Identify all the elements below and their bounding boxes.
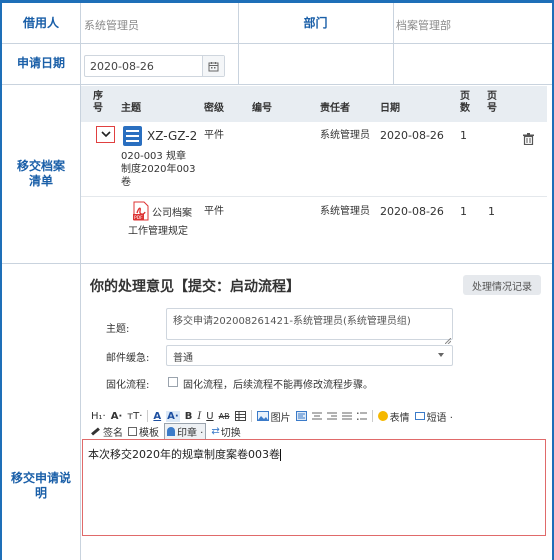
date-value: 2020-08-26 (90, 60, 154, 73)
row2-owner: 系统管理员 (320, 206, 370, 217)
fix-flow-checkbox[interactable] (168, 377, 178, 387)
template-button[interactable]: 模板 (128, 424, 159, 439)
italic-button[interactable]: I (197, 411, 201, 422)
image-icon (256, 411, 269, 421)
row1-subject-rest: 020-003 规章 制度2020年003 卷 (121, 151, 196, 188)
pdf-icon: PDF (132, 201, 150, 221)
table-icon[interactable] (234, 411, 246, 421)
toolbar-divider (147, 410, 149, 422)
col-page-no: 页号 (487, 91, 497, 114)
editor-toolbar-row1: H₁· A· тT· A A· B I U AB 图片 表情 短语 · (91, 409, 453, 424)
row2-page-no: 1 (488, 205, 495, 218)
expand-toggle[interactable] (96, 126, 115, 143)
editor-toolbar-row2: 签名 模板 印章 · ⇄ 切换 (91, 422, 241, 440)
dept-label: 部门 (303, 15, 328, 30)
row1-date: 2020-08-26 (380, 129, 444, 142)
row2-subject-line2: 工作管理规定 (128, 226, 188, 237)
switch-button[interactable]: ⇄ 切换 (211, 424, 240, 439)
font-button[interactable]: A· (111, 411, 123, 422)
fix-flow-label: 固化流程: (106, 380, 150, 391)
row2-date: 2020-08-26 (380, 205, 444, 218)
swap-icon: ⇄ (211, 425, 220, 437)
col-pages: 页数 (460, 91, 470, 114)
col-secret: 密级 (204, 103, 224, 114)
person-icon (167, 426, 175, 436)
trash-icon[interactable] (523, 133, 534, 146)
highlight-icon[interactable]: A· (166, 410, 180, 422)
image-button[interactable]: 图片 (256, 409, 291, 424)
fix-flow-text: 固化流程，后续流程不能再修改流程步骤。 (183, 380, 373, 391)
row2-secret: 平件 (204, 206, 224, 217)
row-divider (2, 263, 552, 264)
align-justify-icon[interactable] (341, 412, 352, 421)
align-left-icon[interactable] (295, 411, 307, 421)
font-color-icon[interactable]: A (153, 411, 161, 422)
align-center-icon[interactable] (311, 412, 322, 421)
emoji-button[interactable]: 表情 (377, 409, 410, 424)
editor-content: 本次移交2020年的规章制度案卷003卷 (88, 448, 281, 461)
subject-label: 主题: (106, 324, 130, 335)
stamp-button[interactable]: 印章 · (164, 422, 207, 440)
row1-owner: 系统管理员 (320, 130, 370, 141)
col-subject: 主题 (121, 103, 141, 114)
calendar-icon[interactable] (202, 56, 224, 76)
borrower-label: 借用人 (22, 15, 59, 30)
template-icon (128, 426, 137, 436)
col-number: 编号 (252, 103, 272, 114)
row1-secret: 平件 (204, 130, 224, 141)
date-label: 申请日期 (16, 56, 65, 70)
sign-button[interactable]: 签名 (91, 424, 123, 439)
bold-button[interactable]: B (185, 411, 193, 422)
row1-subject-line1: XZ-GZ-2 (147, 129, 198, 143)
row-divider (2, 84, 552, 85)
text-caret (280, 449, 281, 461)
smiley-icon (377, 411, 388, 421)
pen-icon (91, 426, 100, 436)
borrower-value: 系统管理员 (84, 19, 139, 32)
strikethrough-button[interactable]: AB (219, 412, 230, 421)
process-record-button[interactable]: 处理情况记录 (463, 275, 541, 295)
archive-list-label: 移交档案清单 (16, 158, 65, 188)
dept-value: 档案管理部 (396, 19, 451, 32)
col-seq: 序号 (93, 91, 103, 114)
urgency-value: 普通 (173, 353, 193, 364)
toolbar-divider (371, 410, 373, 422)
phrase-button[interactable]: 短语 · (414, 409, 453, 424)
col-owner: 责任者 (320, 103, 350, 114)
chevron-down-icon (100, 131, 111, 138)
toolbar-divider (250, 410, 252, 422)
grid-header (81, 86, 547, 122)
heading-button[interactable]: H₁· (91, 411, 106, 422)
resize-handle-icon[interactable] (444, 333, 452, 345)
grid-row-divider (81, 196, 547, 197)
row1-pages: 1 (460, 129, 467, 142)
caret-down-icon (438, 353, 444, 357)
subject-input[interactable]: 移交申请202008261421-系统管理员(系统管理员组) (166, 308, 453, 340)
urgency-select[interactable]: 普通 (166, 345, 453, 366)
col-date: 日期 (380, 103, 400, 114)
description-editor[interactable]: 本次移交2020年的规章制度案卷003卷 (82, 439, 546, 536)
row-divider (2, 43, 552, 44)
folder-doc-icon (122, 125, 143, 147)
date-input[interactable]: 2020-08-26 (84, 55, 225, 77)
align-right-icon[interactable] (326, 412, 337, 421)
opinion-title: 你的处理意见【提交：启动流程】 (90, 279, 300, 295)
underline-button[interactable]: U (206, 411, 213, 422)
row2-subject-line1: 公司档案 (152, 208, 192, 219)
font-size-button[interactable]: тT· (127, 411, 142, 422)
list-icon[interactable] (356, 412, 367, 421)
col-divider (393, 3, 394, 84)
pdf-badge: PDF (134, 215, 143, 221)
row2-pages: 1 (460, 205, 467, 218)
transfer-desc-label: 移交申请说明 (10, 471, 71, 500)
chat-icon (414, 412, 425, 420)
urgency-label: 邮件缓急: (106, 353, 150, 364)
